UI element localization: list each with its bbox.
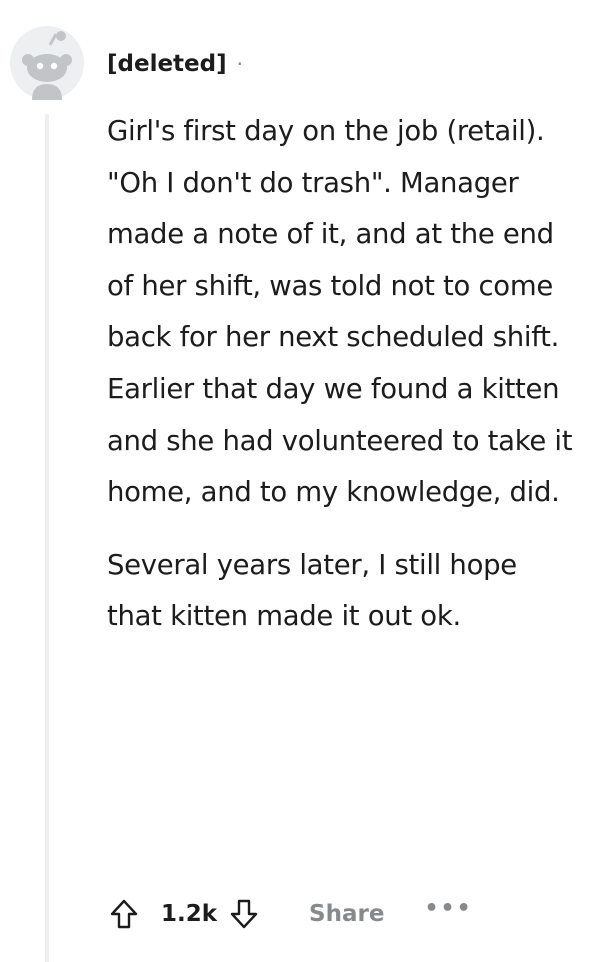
downvote-arrow-icon (230, 899, 258, 929)
avatar[interactable] (10, 26, 84, 100)
thread-line[interactable] (45, 114, 49, 962)
comment-actions: 1.2k Share ••• (103, 888, 473, 940)
upvote-arrow-icon (110, 899, 138, 929)
upvote-button[interactable] (103, 893, 145, 935)
comment-paragraph: Several years later, I still hope that k… (107, 548, 517, 633)
share-button[interactable]: Share (309, 901, 384, 927)
vote-count: 1.2k (161, 901, 218, 927)
downvote-button[interactable] (223, 893, 265, 935)
comment-header: [deleted] · (107, 44, 243, 84)
author-name[interactable]: [deleted] (107, 51, 227, 77)
comment-paragraph: Girl's first day on the job (retail). "O… (107, 115, 573, 509)
snoo-avatar-icon (10, 26, 84, 100)
comment-body: Girl's first day on the job (retail). "O… (107, 106, 577, 643)
more-options-icon[interactable]: ••• (424, 898, 472, 930)
separator-dot: · (236, 52, 243, 76)
